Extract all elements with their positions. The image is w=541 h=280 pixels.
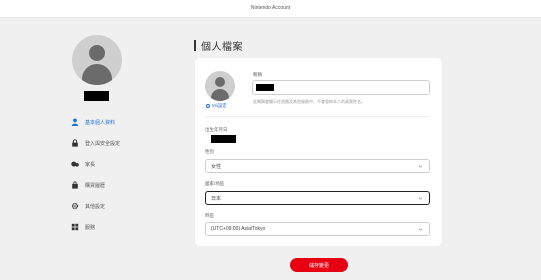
sidebar-item-settings[interactable]: 其他設定 [71,199,105,213]
services-icon [71,223,79,231]
sidebar-item-basic-info[interactable]: 基本個人資料 [71,115,115,129]
nickname-hint: 此暱稱會顯示在遊戲及其他服務中，不會發佈本人的真實姓名。 [253,99,365,104]
edit-mii-label: Mii設定 [212,103,227,108]
divider [205,116,430,117]
user-icon [71,118,79,126]
sidebar-item-security[interactable]: 登入與安全設定 [71,136,120,150]
app-title: Nintendo Account [250,5,291,11]
timezone-select[interactable]: (UTC+09:00) Asia/Tokyo [205,222,430,236]
gender-select[interactable]: 女性 [205,159,430,173]
save-button[interactable]: 儲存變更 [290,258,348,272]
sidebar-item-services[interactable]: 服務 [71,220,95,234]
redacted-nickname [256,84,274,91]
chevron-down-icon [418,228,423,231]
sidebar-item-label: 其他設定 [85,203,106,210]
nickname-input[interactable] [252,80,430,95]
sidebar-item-label: 服務 [85,224,96,231]
redacted-birthday [211,135,236,143]
profile-card: Mii設定 暱稱 此暱稱會顯示在遊戲及其他服務中，不會發佈本人的真實姓名。 出生… [195,58,442,246]
country-label: 國家/地區 [205,181,225,186]
country-select[interactable]: 日本 [205,191,430,205]
lock-icon [71,139,79,147]
page-title: 個人檔案 [194,38,243,53]
sidebar-item-purchases[interactable]: 購買履歷 [71,178,105,192]
sidebar-item-label: 登入與安全設定 [85,140,121,147]
mii-avatar [205,71,235,101]
country-value: 日本 [211,195,222,202]
birthday-label: 出生年月日 [205,127,228,132]
timezone-label: 時區 [205,213,214,218]
edit-mii-link[interactable]: Mii設定 [206,103,227,109]
family-icon [71,160,79,168]
sidebar-item-label: 購買履歷 [85,182,106,189]
sidebar-item-label: 基本個人資料 [85,119,116,126]
gear-icon [71,202,79,210]
chevron-down-icon [418,197,423,200]
shopping-bag-icon [71,181,79,189]
sidebar-item-family[interactable]: 家長 [71,157,95,171]
page-title-text: 個人檔案 [201,42,243,53]
nickname-label: 暱稱 [253,72,262,77]
top-bar: Nintendo Account [0,0,541,18]
sidebar-item-label: 家長 [85,161,96,168]
gender-label: 性別 [205,149,214,154]
redacted-username [84,91,109,101]
timezone-value: (UTC+09:00) Asia/Tokyo [211,226,266,232]
chevron-down-icon [418,165,423,168]
profile-avatar [72,35,122,85]
edit-icon [206,104,210,108]
gender-value: 女性 [211,163,222,170]
